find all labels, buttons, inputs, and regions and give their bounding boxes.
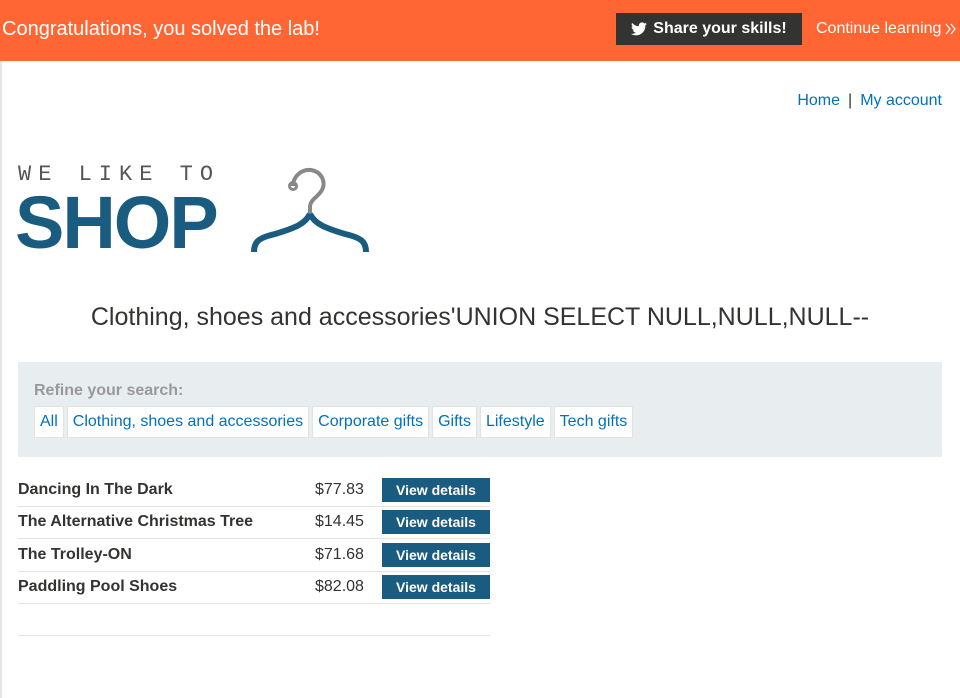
double-chevron-right-icon <box>945 23 957 35</box>
banner-message: Congratulations, you solved the lab! <box>2 18 320 40</box>
product-price: $71.68 <box>315 545 364 563</box>
filter-gifts[interactable]: Gifts <box>432 406 477 438</box>
view-details-button[interactable]: View details <box>382 542 490 567</box>
filter-corporate-gifts[interactable]: Corporate gifts <box>312 406 430 438</box>
filter-clothing[interactable]: Clothing, shoes and accessories <box>66 406 310 438</box>
continue-learning-link[interactable]: Continue learning <box>816 20 957 38</box>
product-name: The Alternative Christmas Tree <box>18 513 254 531</box>
product-price: $77.83 <box>315 480 364 498</box>
product-price: $14.45 <box>315 513 364 531</box>
logo-brand: SHOP <box>15 181 219 264</box>
twitter-icon <box>631 22 648 36</box>
product-name: Dancing In The Dark <box>18 480 173 498</box>
share-skills-label: Share your skills! <box>653 20 787 37</box>
share-skills-button[interactable]: Share your skills! <box>616 13 802 45</box>
filter-all[interactable]: All <box>34 406 64 438</box>
product-table: Dancing In The Dark $77.83 View details … <box>18 474 490 604</box>
product-name: The Trolley-ON <box>18 545 132 563</box>
filter-panel: Refine your search: All Clothing, shoes … <box>18 362 942 457</box>
filter-lifestyle[interactable]: Lifestyle <box>479 406 551 438</box>
home-link[interactable]: Home <box>797 92 840 109</box>
shop-logo: WE LIKE TO SHOP <box>15 160 370 260</box>
filter-category-list: All Clothing, shoes and accessories Corp… <box>34 406 634 438</box>
view-details-button[interactable]: View details <box>382 575 490 600</box>
page-heading: Clothing, shoes and accessories'UNION SE… <box>90 303 870 331</box>
window-edge <box>0 0 2 698</box>
table-row: The Alternative Christmas Tree $14.45 Vi… <box>18 507 490 539</box>
lab-solved-banner: Congratulations, you solved the lab! Sha… <box>0 0 960 61</box>
continue-learning-label: Continue learning <box>816 20 942 37</box>
hanger-icon <box>251 167 369 253</box>
table-row: The Trolley-ON $71.68 View details <box>18 539 490 572</box>
top-nav: Home | My account <box>797 92 942 110</box>
table-row: Dancing In The Dark $77.83 View details <box>18 474 490 507</box>
view-details-button[interactable]: View details <box>382 510 490 535</box>
my-account-link[interactable]: My account <box>860 92 942 109</box>
table-row: Paddling Pool Shoes $82.08 View details <box>18 572 490 604</box>
product-price: $82.08 <box>315 578 364 596</box>
nav-separator: | <box>848 92 853 109</box>
filter-title: Refine your search: <box>34 382 184 399</box>
table-divider <box>18 635 490 636</box>
filter-tech-gifts[interactable]: Tech gifts <box>553 406 634 438</box>
view-details-button[interactable]: View details <box>382 477 490 502</box>
product-name: Paddling Pool Shoes <box>18 578 178 596</box>
